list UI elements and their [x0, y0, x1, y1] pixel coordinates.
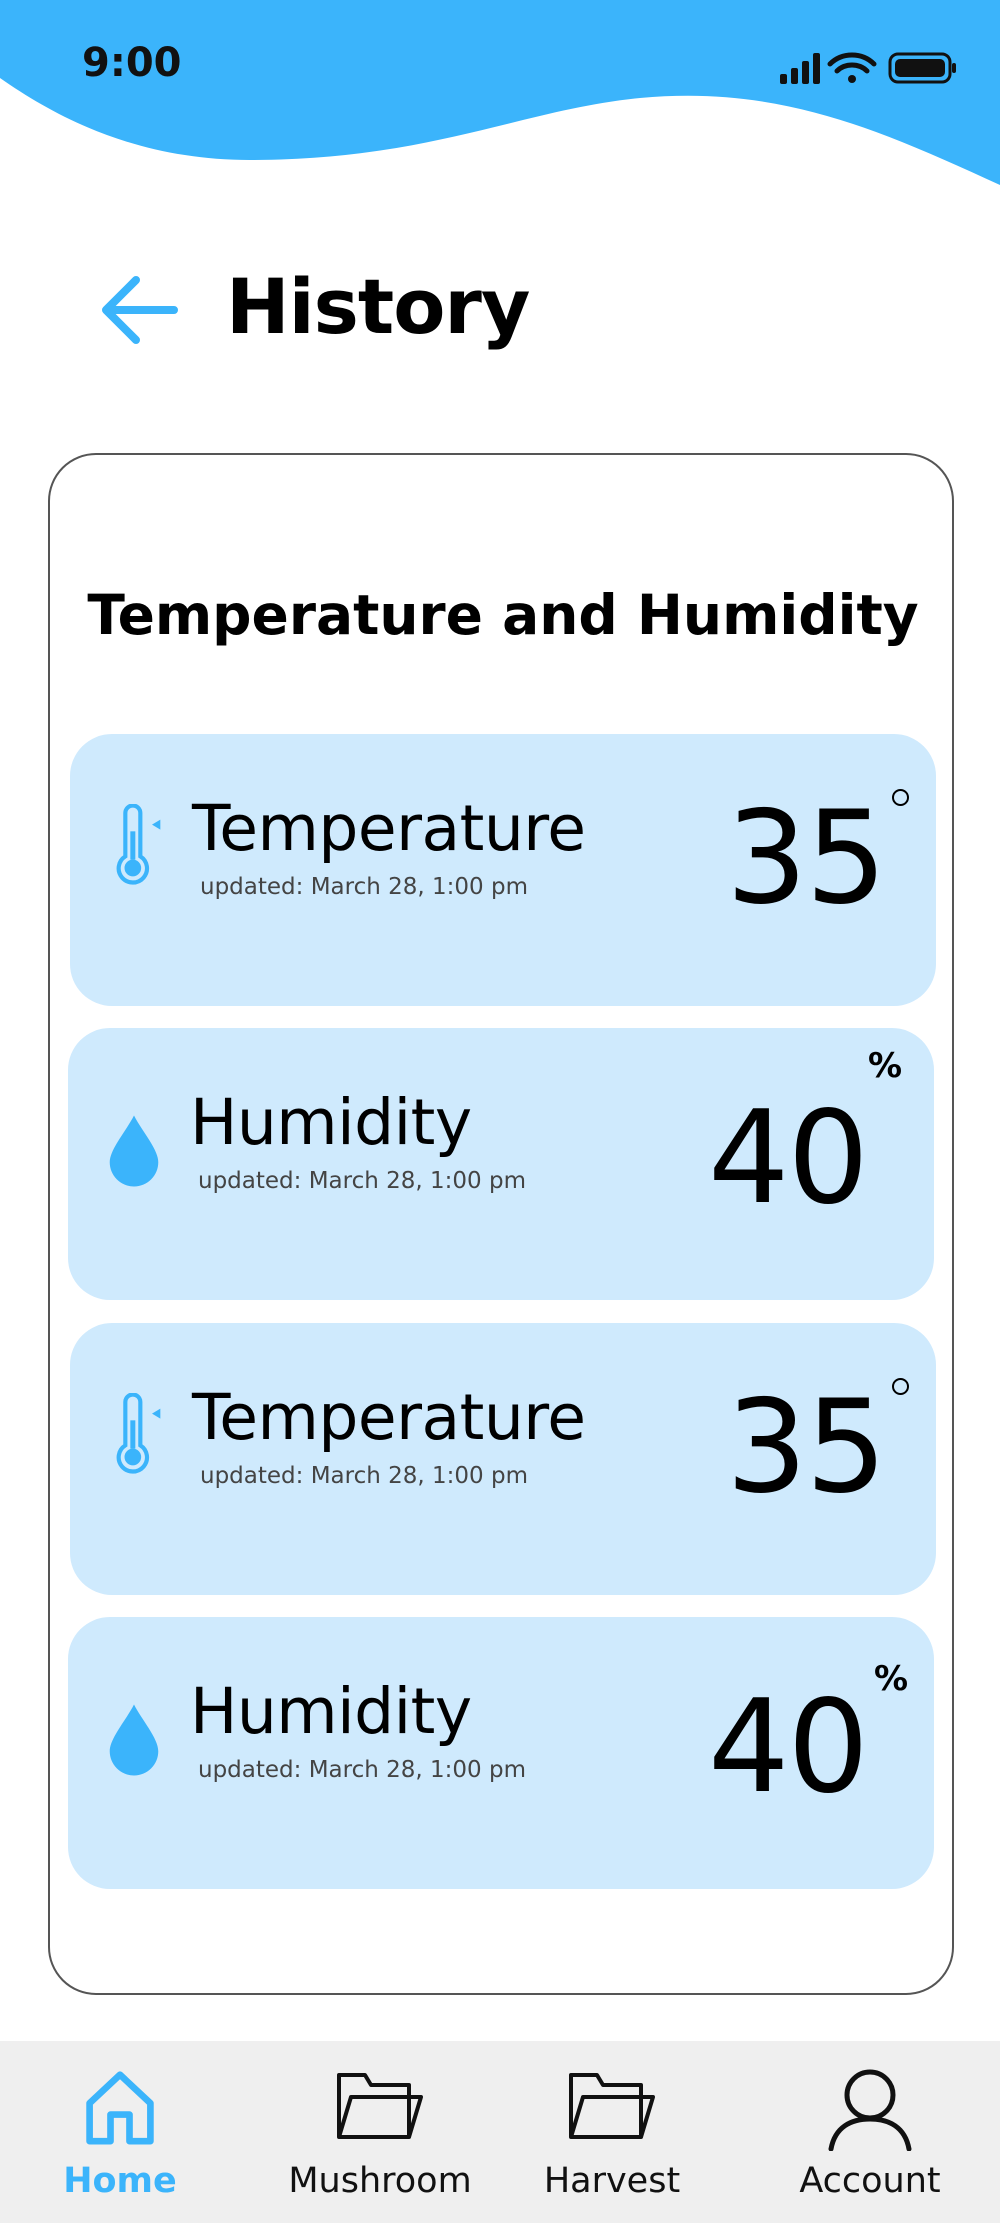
card-label: Humidity	[190, 1086, 472, 1159]
header-wave	[0, 0, 1000, 185]
nav-label-harvest: Harvest	[543, 2161, 681, 2201]
folder-icon	[337, 2073, 423, 2139]
temperature-card[interactable]: Temperature updated: March 28, 1:00 pm 3…	[70, 1323, 936, 1595]
wifi-icon	[827, 52, 877, 74]
bottom-nav: Home Mushroom Harvest Account	[0, 2041, 1000, 2223]
signal-icon	[780, 53, 820, 84]
card-updated: updated: March 28, 1:00 pm	[198, 1757, 526, 1783]
card-label: Temperature	[192, 1381, 586, 1454]
temperature-card[interactable]: Temperature updated: March 28, 1:00 pm 3…	[70, 734, 936, 1006]
nav-label-mushroom: Mushroom	[288, 2161, 472, 2201]
water-drop-icon	[109, 1704, 159, 1776]
card-updated: updated: March 28, 1:00 pm	[198, 1168, 526, 1194]
nav-label-home: Home	[63, 2161, 177, 2201]
panel-title: Temperature and Humidity	[87, 583, 919, 647]
thermometer-icon	[116, 1393, 161, 1474]
thermometer-icon	[116, 804, 161, 885]
humidity-value: 40	[708, 1084, 869, 1233]
card-label: Humidity	[190, 1675, 472, 1748]
nav-item-account[interactable]: Account	[780, 2041, 960, 2223]
nav-item-harvest[interactable]: Harvest	[532, 2041, 692, 2223]
water-drop-icon	[109, 1115, 159, 1187]
history-panel: Temperature and Humidity Temperature upd…	[48, 453, 954, 1995]
degree-symbol	[892, 789, 909, 806]
temperature-value: 35	[726, 784, 887, 933]
percent-symbol: %	[868, 1046, 903, 1086]
percent-symbol: %	[874, 1659, 909, 1699]
page-title: History	[226, 262, 530, 351]
status-icons	[780, 52, 956, 84]
card-updated: updated: March 28, 1:00 pm	[200, 1463, 528, 1489]
card-label: Temperature	[192, 792, 586, 865]
back-arrow-button[interactable]	[96, 268, 180, 352]
nav-item-home[interactable]: Home	[40, 2041, 200, 2223]
humidity-card[interactable]: Humidity updated: March 28, 1:00 pm 40 %	[68, 1028, 934, 1300]
nav-label-account: Account	[799, 2161, 941, 2201]
user-icon	[828, 2069, 912, 2151]
folder-icon	[569, 2073, 655, 2139]
status-time: 9:00	[82, 40, 182, 86]
humidity-card[interactable]: Humidity updated: March 28, 1:00 pm 40 %	[68, 1617, 934, 1889]
degree-symbol	[892, 1378, 909, 1395]
nav-item-mushroom[interactable]: Mushroom	[280, 2041, 480, 2223]
card-updated: updated: March 28, 1:00 pm	[200, 874, 528, 900]
humidity-value: 40	[708, 1673, 869, 1822]
temperature-value: 35	[726, 1373, 887, 1522]
battery-icon	[888, 52, 956, 84]
home-icon	[86, 2071, 154, 2145]
